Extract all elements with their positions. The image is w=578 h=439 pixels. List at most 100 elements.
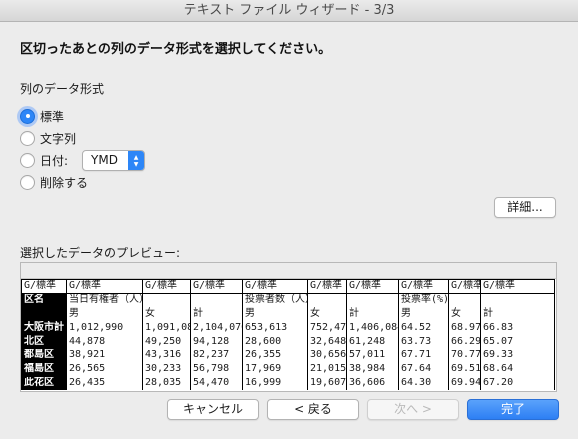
preview-cell: 女: [448, 307, 481, 321]
preview-cell: 94,128: [190, 334, 243, 349]
preview-cell: 26,435: [66, 376, 143, 390]
preview-cell: 64.30: [398, 376, 449, 390]
preview-data-row: 福島区 26,565 30,233 56,798 17,969 21,015 38,984 6…: [21, 361, 555, 377]
date-format-select[interactable]: YMD ▲ ▼: [82, 149, 146, 171]
preview-cell: 当日有権者（人）: [66, 293, 143, 308]
preview-cell: 43,316: [142, 348, 191, 363]
column-format-header[interactable]: G/標準: [398, 279, 449, 294]
preview-cell: 計: [480, 307, 555, 321]
preview-cell: 64.52: [398, 320, 449, 335]
preview-cell: 44,878: [66, 334, 143, 349]
next-button[interactable]: 次へ >: [367, 399, 459, 420]
chevron-up-down-icon: ▲ ▼: [128, 150, 145, 170]
radio-option-date[interactable]: 日付: YMD ▲ ▼: [20, 149, 146, 171]
preview-cell: [448, 293, 481, 308]
preview-cell: [142, 293, 191, 308]
column-format-header[interactable]: G/標準: [66, 279, 143, 294]
radio-option-skip[interactable]: 削除する: [20, 173, 88, 191]
column-format-header[interactable]: G/標準: [242, 279, 308, 294]
preview-cell-selected: 大阪市計: [21, 320, 67, 336]
preview-cell: 68.64: [480, 362, 555, 377]
preview-cell: 19,607: [307, 376, 347, 390]
radio-option-text[interactable]: 文字列: [20, 129, 76, 147]
preview-cell: 56,798: [190, 362, 243, 377]
preview-data-row: 北区 44,878 49,250 94,128 28,600 32,648 61,248 63…: [21, 334, 555, 349]
preview-cell: 男: [398, 307, 449, 321]
cancel-button[interactable]: キャンセル: [167, 399, 259, 420]
radio-label-skip: 削除する: [40, 175, 89, 190]
preview-cell: 82,237: [190, 348, 243, 363]
preview-cell: 1,012,990: [66, 320, 143, 335]
preview-label: 選択したデータのプレビュー:: [20, 246, 181, 260]
preview-cell: 計: [190, 307, 243, 321]
preview-cell: 2,104,076: [190, 320, 243, 335]
preview-cell: 54,470: [190, 376, 243, 390]
preview-cell: 38,984: [346, 362, 399, 377]
preview-cell: 66.29: [448, 334, 481, 349]
preview-cell: 67.71: [398, 348, 449, 363]
preview-cell-selected: 此花区: [21, 375, 67, 391]
preview-cell-selected: 福島区: [21, 361, 67, 377]
preview-cell: 69.33: [480, 348, 555, 363]
preview-cell: 32,648: [307, 334, 347, 349]
preview-cell: 男: [66, 307, 143, 321]
column-format-header[interactable]: G/標準: [142, 279, 191, 294]
preview-cell: 16,999: [242, 376, 308, 390]
preview-cell: 70.77: [448, 348, 481, 363]
column-format-header[interactable]: G/標準: [480, 279, 555, 294]
preview-cell: 30,233: [142, 362, 191, 377]
preview-cell: 69.94: [448, 376, 481, 390]
radio-label-date: 日付:: [40, 153, 69, 168]
preview-cell: 57,011: [346, 348, 399, 363]
preview-cell: 69.51: [448, 362, 481, 377]
preview-cell: [480, 293, 555, 308]
preview-cell: 63.73: [398, 334, 449, 349]
preview-cell: [307, 293, 347, 308]
column-format-header[interactable]: G/標準: [448, 279, 481, 294]
preview-cell: 男: [242, 307, 308, 321]
advanced-button[interactable]: 詳細...: [494, 197, 556, 218]
radio-button-icon[interactable]: [20, 130, 35, 146]
preview-cell: 計: [346, 307, 399, 321]
radio-label-text: 文字列: [40, 131, 77, 146]
preview-cell: 女: [142, 307, 191, 321]
window-title: テキスト ファイル ウィザード - 3/3: [0, 0, 578, 22]
preview-cell: 26,355: [242, 348, 308, 363]
preview-data-row: 此花区 26,435 28,035 54,470 16,999 19,607 36,606 6…: [21, 375, 555, 391]
preview-cell: 67.64: [398, 362, 449, 377]
preview-cell: [346, 293, 399, 308]
preview-cell-selected: 都島区: [21, 347, 67, 363]
preview-data-row: 区名当日有権者（人） 投票者数（人） 投票率(%): [21, 292, 555, 308]
preview-cell: 653,613: [242, 320, 308, 335]
radio-option-standard[interactable]: 標準: [20, 107, 64, 125]
preview-cell: 21,015: [307, 362, 347, 377]
preview-cell: 投票者数（人）: [242, 293, 308, 308]
radio-button-icon[interactable]: [20, 174, 35, 190]
preview-cell-selected: 区名: [21, 292, 67, 308]
column-format-header[interactable]: G/標準: [346, 279, 399, 294]
preview-cell: 65.07: [480, 334, 555, 349]
preview-cell: 752,471: [307, 320, 347, 335]
column-format-header[interactable]: G/標準: [307, 279, 347, 294]
preview-cell: 1,091,086: [142, 320, 191, 335]
radio-button-checked-icon[interactable]: [20, 108, 35, 124]
preview-cell: 30,656: [307, 348, 347, 363]
preview-cell: 26,565: [66, 362, 143, 377]
text-import-wizard-window: テキスト ファイル ウィザード - 3/3 区切ったあとの列のデータ形式を選択し…: [0, 0, 578, 439]
preview-cell: 67.20: [480, 376, 555, 390]
finish-button[interactable]: 完了: [467, 399, 559, 420]
preview-cell: 投票率(%): [398, 293, 449, 308]
back-button[interactable]: < 戻る: [267, 399, 359, 420]
column-format-header[interactable]: G/標準: [21, 279, 67, 294]
column-format-header[interactable]: G/標準: [190, 279, 243, 294]
preview-cell: 28,035: [142, 376, 191, 390]
radio-button-icon[interactable]: [20, 152, 35, 168]
preview-data-row: 大阪市計1,012,9901,091,0862,104,076653,61375…: [21, 320, 555, 336]
preview-cell: 28,600: [242, 334, 308, 349]
preview-cell: 1,406,084: [346, 320, 399, 335]
preview-table: G/標準 G/標準 G/標準 G/標準 G/標準 G/標準 G/標準 G/標準 …: [21, 279, 555, 391]
preview-cell: 女: [307, 307, 347, 321]
data-preview-panel[interactable]: G/標準 G/標準 G/標準 G/標準 G/標準 G/標準 G/標準 G/標準 …: [20, 262, 557, 392]
preview-cell: 68.97: [448, 320, 481, 335]
preview-cell: 66.83: [480, 320, 555, 335]
